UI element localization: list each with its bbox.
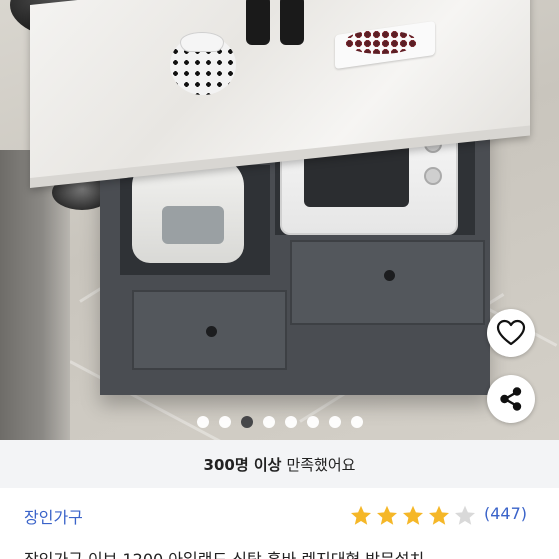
carousel-dot[interactable] bbox=[196, 416, 209, 428]
star-filled-icon bbox=[403, 505, 423, 525]
favorite-button[interactable] bbox=[487, 309, 535, 357]
seller-link[interactable]: 장인가구 bbox=[24, 504, 83, 528]
cabinet-drawer-left bbox=[132, 290, 287, 370]
star-empty-icon bbox=[455, 505, 475, 525]
microwave-dial bbox=[424, 167, 442, 185]
seller-rating-row: 장인가구 (447) bbox=[0, 488, 559, 544]
carousel-dot[interactable] bbox=[284, 416, 297, 428]
share-icon bbox=[500, 387, 522, 411]
carousel-dot[interactable] bbox=[262, 416, 275, 428]
star-filled-icon bbox=[377, 505, 397, 525]
grapes bbox=[345, 30, 417, 54]
carousel-dot[interactable] bbox=[218, 416, 231, 428]
carousel-dot[interactable] bbox=[350, 416, 363, 428]
product-title: 장인가구 이브 1200 아일랜드 식탁 홈바 렌지대형 방문설치 bbox=[24, 546, 559, 559]
drawer-knob bbox=[206, 326, 217, 337]
star-filled-icon bbox=[429, 505, 449, 525]
carousel-dot[interactable] bbox=[240, 416, 253, 428]
review-count[interactable]: (447) bbox=[484, 504, 527, 523]
carousel-dot[interactable] bbox=[328, 416, 341, 428]
cabinet-drawer-right bbox=[290, 240, 485, 325]
product-image-carousel[interactable] bbox=[0, 0, 559, 440]
rating-stars[interactable] bbox=[349, 504, 479, 528]
carousel-dots[interactable] bbox=[0, 412, 559, 432]
rice-cooker-panel bbox=[162, 206, 224, 244]
star-filled-icon bbox=[351, 505, 371, 525]
heart-icon bbox=[496, 319, 526, 346]
bottle bbox=[246, 0, 270, 45]
satisfaction-banner: 300명 이상 만족했어요 bbox=[0, 440, 559, 488]
teapot-lid bbox=[180, 32, 224, 52]
drawer-knob bbox=[384, 270, 395, 281]
satisfaction-count: 300명 이상 bbox=[203, 455, 282, 474]
satisfaction-text: 만족했어요 bbox=[286, 455, 356, 474]
product-page: 300명 이상 만족했어요 장인가구 (447) 장인가구 이브 1200 아일… bbox=[0, 0, 559, 559]
carousel-dot[interactable] bbox=[306, 416, 319, 428]
bottle bbox=[280, 0, 304, 45]
